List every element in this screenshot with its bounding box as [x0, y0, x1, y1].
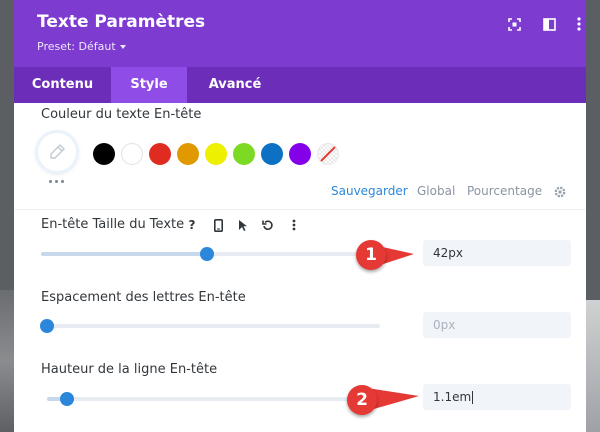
eyedropper-icon [50, 144, 65, 159]
color-picker-button[interactable] [38, 133, 76, 171]
letter-spacing-label: Espacement des lettres En-tête [41, 290, 246, 305]
palette-global-option[interactable]: Global [417, 184, 455, 198]
tab-style[interactable]: Style [111, 67, 187, 103]
settings-panel: Texte Paramètres Preset: Défaut Contenu … [14, 0, 586, 432]
swatch-black[interactable] [93, 143, 115, 165]
tab-bar: Contenu Style Avancé [14, 67, 586, 103]
swatch-orange[interactable] [177, 143, 199, 165]
palette-percentage-option[interactable]: Pourcentage [467, 184, 542, 198]
preset-selector[interactable]: Preset: Défaut [37, 40, 126, 53]
sidebar-icon[interactable] [541, 16, 557, 32]
text-size-slider-fill [41, 252, 207, 256]
text-size-slider-thumb[interactable] [200, 247, 214, 261]
panel-header: Texte Paramètres Preset: Défaut [14, 0, 586, 67]
letter-spacing-input[interactable]: 0px [423, 312, 571, 338]
letter-spacing-slider-thumb[interactable] [40, 319, 54, 333]
background-photo-right [586, 300, 600, 432]
swatch-red[interactable] [149, 143, 171, 165]
line-height-value: 1.1em [433, 390, 472, 404]
line-height-label: Hauteur de la ligne En-tête [41, 362, 218, 377]
text-color-label: Couleur du texte En-tête [41, 107, 202, 122]
no-color-swatch-icon[interactable] [317, 143, 339, 165]
section-divider [14, 209, 586, 210]
tab-avance[interactable]: Avancé [187, 67, 283, 103]
focus-icon[interactable] [506, 16, 522, 32]
cursor-icon[interactable] [235, 217, 251, 233]
line-height-slider-thumb[interactable] [60, 392, 74, 406]
text-cursor [472, 391, 474, 404]
more-swatches-icon[interactable] [49, 180, 64, 183]
more-icon[interactable] [286, 217, 302, 233]
swatch-yellow[interactable] [205, 143, 227, 165]
annotation-badge-1: 1 [356, 240, 386, 270]
text-size-input[interactable]: 42px [423, 240, 571, 266]
gear-icon[interactable] [553, 184, 567, 198]
more-vertical-icon[interactable] [571, 16, 586, 32]
mobile-icon[interactable] [210, 217, 226, 233]
text-size-label: En-tête Taille du Texte [41, 217, 185, 232]
annotation-callout-1: 1 [352, 236, 422, 276]
preset-label: Preset: Défaut [37, 40, 116, 53]
annotation-callout-2: 2 [343, 381, 423, 421]
reset-icon[interactable] [260, 217, 276, 233]
annotation-badge-2: 2 [347, 385, 377, 415]
swatch-white[interactable] [121, 143, 143, 165]
palette-save-option[interactable]: Sauvegarder [331, 184, 408, 198]
swatch-green[interactable] [233, 143, 255, 165]
help-icon[interactable]: ? [184, 217, 200, 233]
swatch-blue[interactable] [261, 143, 283, 165]
letter-spacing-slider[interactable] [40, 319, 380, 333]
tab-contenu[interactable]: Contenu [14, 67, 111, 103]
text-size-slider[interactable] [41, 247, 366, 261]
line-height-slider[interactable] [47, 392, 380, 406]
panel-title: Texte Paramètres [37, 12, 206, 32]
line-height-input[interactable]: 1.1em [423, 384, 571, 410]
caret-down-icon [119, 45, 126, 49]
swatch-purple[interactable] [289, 143, 311, 165]
